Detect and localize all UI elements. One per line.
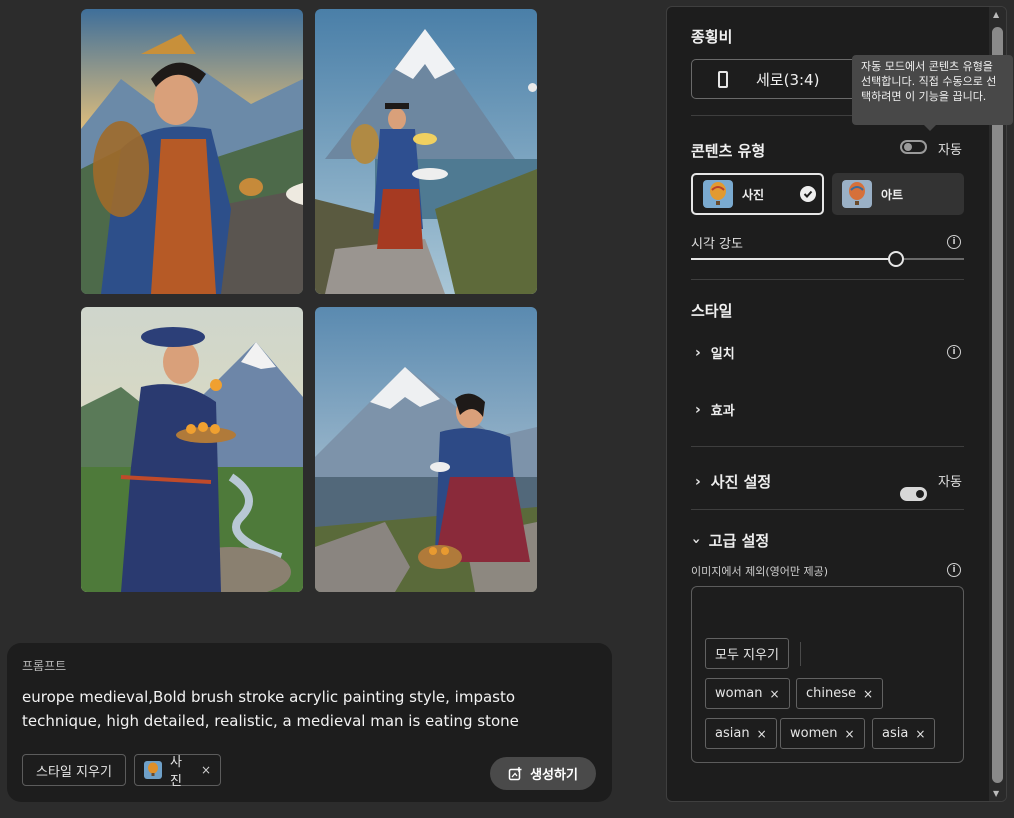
info-icon[interactable]: i [947,345,961,359]
content-type-auto-label: 자동 [938,143,962,158]
divider [691,279,964,280]
content-type-photo-label: 사진 [742,187,765,202]
generate-label: 생성하기 [530,768,578,783]
exclude-terms-box[interactable]: 모두 지우기 woman × chinese × asian × women ×… [691,586,964,763]
exclude-label: 이미지에서 제외(영어만 제공) [691,565,829,578]
exclude-tag[interactable]: woman × [705,678,790,709]
style-match-label: 일치 [710,347,735,362]
chevron-right-icon: › [695,473,701,490]
exclude-tag-label: woman [715,686,763,701]
style-chip-label: 사진 [170,755,182,789]
exclude-tag-label: asian [715,726,750,741]
checkmark-icon [800,186,816,202]
content-type-art-label: 아트 [881,187,904,202]
remove-tag-icon[interactable]: × [769,687,779,701]
carousel-indicator-dot [528,83,537,92]
image-2-art [315,9,537,294]
generated-image-1[interactable] [81,9,303,294]
style-effects-label: 효과 [710,404,735,419]
exclude-tag[interactable]: chinese × [796,678,884,709]
remove-tag-icon[interactable]: × [845,727,855,741]
info-icon[interactable]: i [947,563,961,577]
exclude-tag-label: women [790,726,838,741]
content-type-photo[interactable]: 사진 [691,173,824,215]
advanced-settings-title: 고급 설정 [708,532,770,550]
art-balloon-icon [842,180,872,208]
visual-intensity-label: 시각 강도 [691,237,743,252]
divider [691,509,964,510]
content-type-auto-toggle[interactable] [900,140,927,154]
style-title: 스타일 [691,302,733,320]
generated-image-4[interactable] [315,307,537,592]
photo-settings-title: 사진 설정 [710,473,772,491]
chevron-down-icon: › [687,537,704,544]
prompt-panel: 프롬프트 europe medieval,Bold brush stroke a… [7,643,612,802]
exclude-tag[interactable]: women × [780,718,865,749]
prompt-input[interactable]: europe medieval,Bold brush stroke acryli… [22,685,597,733]
clear-all-button[interactable]: 모두 지우기 [705,638,789,669]
prompt-label: 프롬프트 [22,659,67,673]
generated-image-2[interactable] [315,9,537,294]
scroll-up-icon[interactable]: ▲ [993,10,999,19]
info-icon[interactable]: i [947,235,961,249]
style-effects-row[interactable]: › 효과 [695,400,735,420]
generate-icon [508,767,522,781]
remove-tag-icon[interactable]: × [915,727,925,741]
generated-image-3[interactable] [81,307,303,592]
clear-style-button[interactable]: 스타일 지우기 [22,754,126,786]
content-type-title: 콘텐츠 유형 [691,142,766,160]
exclude-tag[interactable]: asian × [705,718,777,749]
chevron-right-icon: › [695,344,701,361]
chevron-right-icon: › [695,401,701,418]
exclude-tag-label: chinese [806,686,857,701]
style-chip-photo[interactable]: 사진 × [134,754,221,789]
visual-intensity-fill [691,258,896,260]
photo-settings-row[interactable]: › 사진 설정 [695,471,771,492]
visual-intensity-thumb[interactable] [888,251,904,267]
tag-separator [800,642,801,666]
image-3-art [81,307,303,592]
style-match-row[interactable]: › 일치 [695,343,735,363]
hot-air-balloon-icon [144,761,162,779]
remove-chip-icon[interactable]: × [201,763,211,777]
exclude-tag[interactable]: asia × [872,718,936,749]
photo-settings-auto-label: 자동 [938,475,962,490]
portrait-icon [718,70,728,88]
photo-settings-auto-toggle[interactable] [900,487,927,501]
aspect-ratio-title: 종횡비 [691,28,733,46]
scroll-down-icon[interactable]: ▼ [993,789,999,798]
content-type-art[interactable]: 아트 [832,173,964,215]
remove-tag-icon[interactable]: × [757,727,767,741]
settings-panel: 종횡비 세로(3:4) 콘텐츠 유형 자동 사진 아트 시각 강도 i 스타일 … [666,6,1007,802]
aspect-ratio-value: 세로(3:4) [756,70,820,89]
image-4-art [315,307,537,592]
advanced-settings-row[interactable]: › 고급 설정 [688,530,770,551]
image-1-art [81,9,303,294]
scrollbar-thumb[interactable] [992,27,1003,783]
exclude-tag-label: asia [882,726,909,741]
photo-balloon-icon [703,180,733,208]
divider [691,446,964,447]
remove-tag-icon[interactable]: × [863,687,873,701]
content-type-tooltip: 자동 모드에서 콘텐츠 유형을 선택합니다. 직접 수동으로 선택하려면 이 기… [852,55,1013,131]
generate-button[interactable]: 생성하기 [490,757,596,790]
